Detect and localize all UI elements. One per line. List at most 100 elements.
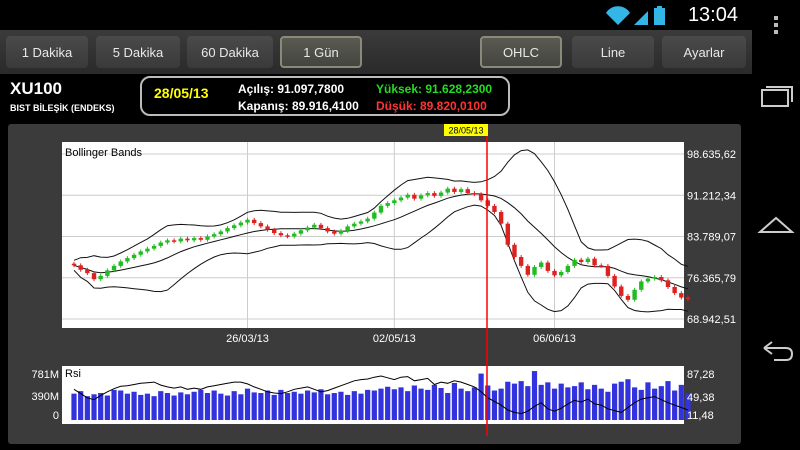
volume-bar — [505, 381, 511, 420]
candle — [238, 222, 244, 226]
candle — [432, 193, 437, 196]
candle — [78, 265, 83, 270]
candle — [325, 228, 330, 232]
volume-bar — [385, 386, 391, 420]
volume-bar — [391, 389, 397, 420]
candle — [552, 270, 557, 276]
symbol-description: BIST BİLEŞİK (ENDEKS) — [10, 103, 115, 113]
volume-bar — [211, 390, 217, 420]
candle — [438, 192, 444, 196]
price-y-tick: 91.212,34 — [687, 190, 736, 202]
volume-bar — [198, 389, 204, 420]
cursor-date-label: 28/05/13 — [448, 126, 483, 136]
status-icons — [606, 6, 665, 25]
candle — [685, 297, 691, 300]
volume-bar — [658, 386, 664, 420]
ohlc-button[interactable]: OHLC — [480, 36, 562, 68]
line-button[interactable]: Line — [572, 36, 654, 68]
volume-bar — [238, 394, 244, 420]
volume-bar — [304, 390, 311, 420]
volume-bar — [665, 381, 671, 420]
volume-bar — [278, 389, 284, 420]
volume-bar — [678, 384, 684, 420]
candle — [125, 258, 130, 262]
candle — [345, 226, 350, 231]
overflow-menu-icon[interactable] — [752, 14, 800, 34]
candle — [131, 254, 137, 259]
candle — [558, 272, 564, 276]
candle — [679, 293, 684, 298]
status-bar: 13:04 — [0, 0, 752, 30]
candle — [639, 281, 644, 290]
price-y-tick: 76.365,79 — [687, 273, 736, 285]
candle — [665, 280, 671, 288]
chart-area[interactable]: Bollinger Bands 98.635,62 91.212,34 83.789… — [8, 124, 741, 444]
settings-button[interactable]: Ayarlar — [662, 36, 746, 68]
volume-bar — [531, 371, 538, 420]
candle — [425, 193, 430, 196]
interval-60min-button[interactable]: 60 Dakika — [187, 36, 273, 68]
rsi-tick: 11,48 — [687, 410, 714, 422]
candle — [105, 270, 110, 276]
volume-bar — [611, 383, 618, 420]
back-icon[interactable] — [752, 336, 800, 366]
candle — [545, 262, 551, 271]
candle — [619, 286, 624, 296]
candle — [579, 259, 584, 263]
volume-bar — [151, 396, 157, 420]
volume-bar — [358, 393, 364, 420]
volume-tick: 0 — [53, 410, 59, 422]
candle — [292, 233, 297, 237]
recent-apps-icon[interactable] — [752, 84, 800, 114]
volume-bar — [144, 393, 151, 420]
rsi-panel-title: Rsi — [65, 368, 81, 380]
candle — [398, 197, 404, 201]
volume-bar — [405, 391, 411, 420]
volume-bar — [164, 393, 171, 420]
candle — [165, 240, 170, 243]
volume-bar — [264, 390, 271, 420]
candle — [298, 230, 304, 234]
volume-bar — [471, 387, 478, 420]
candle — [512, 244, 517, 257]
volume-bar — [178, 392, 184, 420]
volume-bar — [445, 393, 451, 420]
rsi-tick: 87,28 — [687, 369, 715, 381]
price-x-tick: 06/06/13 — [533, 333, 576, 345]
interval-5min-button[interactable]: 5 Dakika — [96, 36, 180, 68]
candle — [318, 224, 324, 229]
candle — [565, 265, 571, 273]
volume-bar — [158, 391, 164, 420]
volume-bar — [131, 391, 137, 420]
volume-bar — [411, 385, 417, 420]
chart-canvas[interactable]: Bollinger Bands 98.635,62 91.212,34 83.789… — [8, 124, 741, 444]
candle — [518, 256, 524, 266]
interval-1day-button[interactable]: 1 Gün — [280, 36, 362, 68]
candle — [572, 259, 577, 266]
volume-bar — [318, 389, 324, 420]
volume-bar — [298, 393, 304, 420]
candle — [498, 211, 504, 224]
volume-bar — [478, 373, 484, 420]
candle — [171, 240, 177, 242]
battery-icon — [654, 6, 665, 25]
signal-icon — [634, 11, 648, 25]
volume-bar — [545, 382, 551, 420]
candle — [265, 226, 270, 230]
candle — [372, 212, 377, 219]
volume-bar — [571, 386, 578, 420]
candle — [532, 267, 537, 275]
volume-bar — [425, 389, 431, 420]
candle — [472, 193, 477, 195]
candle — [211, 234, 217, 237]
volume-bar — [191, 391, 197, 420]
volume-bar — [378, 388, 384, 420]
candle — [632, 289, 637, 300]
home-icon[interactable] — [752, 210, 800, 240]
volume-bar — [371, 390, 377, 420]
interval-1min-button[interactable]: 1 Dakika — [6, 36, 88, 68]
candle — [365, 218, 370, 222]
candle — [538, 262, 544, 268]
candle — [91, 273, 97, 280]
volume-bar — [291, 391, 297, 420]
